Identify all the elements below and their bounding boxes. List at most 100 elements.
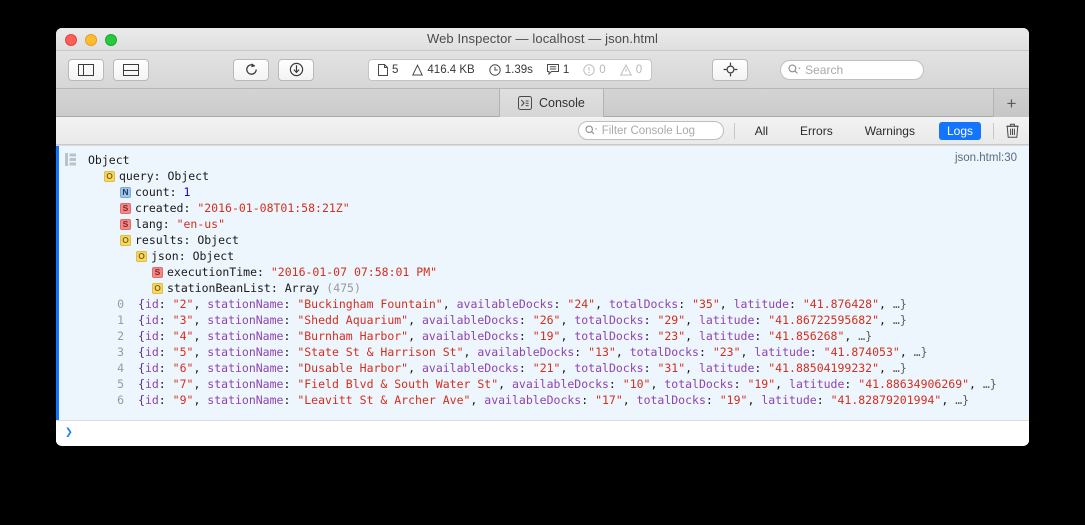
type-query: Object [167, 169, 210, 183]
value-availabledocks: "17" [595, 393, 623, 407]
value-totaldocks: "19" [747, 377, 776, 391]
value-totaldocks: "31" [657, 361, 686, 375]
value-latitude: "41.874053" [823, 345, 900, 359]
reload-button[interactable] [233, 58, 269, 81]
key-latitude: latitude [789, 377, 845, 391]
sidebar-left-button[interactable] [68, 58, 104, 81]
array-index: 3 [117, 345, 124, 359]
filter-placeholder: Filter Console Log [601, 124, 696, 137]
key-executiontime: executionTime [167, 265, 258, 279]
value-stationname: "Field Blvd & South Water St" [297, 377, 499, 391]
value-lang: "en-us" [176, 217, 226, 231]
split-console-button[interactable] [113, 58, 149, 81]
key-latitude: latitude [754, 345, 810, 359]
object-badge-icon: O [136, 251, 147, 262]
key-json: json [151, 249, 179, 263]
prompt-chevron-icon: ❯ [65, 424, 73, 440]
add-tab-button[interactable]: + [993, 89, 1029, 117]
key-stationname: stationName [207, 377, 284, 391]
array-item-row[interactable]: 4 {id: "6", stationName: "Dusable Harbor"… [88, 360, 1029, 376]
sep: : [162, 217, 177, 231]
stat-resources: 5 [378, 63, 398, 76]
scope-errors[interactable]: Errors [792, 122, 841, 140]
key-id: id [144, 345, 159, 359]
value-stationname: "Leavitt St & Archer Ave" [297, 393, 471, 407]
clear-console-button[interactable] [1006, 123, 1019, 138]
value-id: "3" [172, 313, 194, 327]
array-item-row[interactable]: 5 {id: "7", stationName: "Field Blvd & So… [88, 376, 1029, 392]
array-item-row[interactable]: 3 {id: "5", stationName: "State St & Harr… [88, 344, 1029, 360]
resource-stats-bar: 5 416.4 KB 1.39s 1 0 0 [368, 58, 653, 81]
key-availabledocks: availableDocks [421, 361, 519, 375]
filter-console-log-input[interactable]: Filter Console Log [577, 121, 724, 140]
tree-row-stationbeanlist[interactable]: OstationBeanList: Array (475) [88, 280, 1029, 296]
key-id: id [144, 361, 159, 375]
number-badge-icon: N [120, 187, 131, 198]
key-stationname: stationName [207, 393, 284, 407]
tree-row-lang[interactable]: Slang: "en-us" [88, 216, 1029, 232]
value-latitude: "41.876428" [802, 297, 880, 311]
string-badge-icon: S [152, 267, 163, 278]
tree-row-json[interactable]: Ojson: Object [88, 248, 1029, 264]
stat-time: 1.39s [489, 64, 533, 76]
string-badge-icon: S [120, 203, 131, 214]
tree-row-count[interactable]: Ncount: 1 [88, 184, 1029, 200]
key-results: results [135, 233, 184, 247]
clock-icon [489, 63, 501, 76]
key-created: created [135, 201, 184, 215]
row-ellipsis: …} [858, 329, 873, 343]
type-json: Object [192, 249, 235, 263]
key-lang: lang [135, 217, 163, 231]
value-stationname: "Buckingham Fountain" [297, 297, 443, 311]
scope-logs[interactable]: Logs [938, 121, 981, 140]
array-item-row[interactable]: 6 {id: "9", stationName: "Leavitt St & Ar… [88, 392, 1029, 408]
scope-all[interactable]: All [747, 122, 776, 140]
download-button[interactable] [278, 58, 314, 81]
row-ellipsis: …} [955, 393, 970, 407]
value-availabledocks: "13" [588, 345, 616, 359]
object-badge-icon: O [152, 283, 163, 294]
search-icon [788, 64, 801, 75]
sep: : [270, 281, 285, 295]
key-latitude: latitude [699, 361, 755, 375]
value-totaldocks: "35" [692, 297, 720, 311]
key-totaldocks: totalDocks [629, 345, 699, 359]
row-ellipsis: …} [892, 313, 907, 327]
tree-row-executiontime[interactable]: SexecutionTime: "2016-01-07 07:58:01 PM" [88, 264, 1029, 280]
search-placeholder: Search [805, 62, 844, 77]
value-id: "6" [172, 361, 194, 375]
key-stationname: stationName [207, 329, 284, 343]
array-item-row[interactable]: 2 {id: "4", stationName: "Burnham Harbor"… [88, 328, 1029, 344]
tree-row-results[interactable]: Oresults: Object [88, 232, 1029, 248]
key-query: query [119, 169, 154, 183]
value-latitude: "41.88504199232" [768, 361, 880, 375]
object-badge-icon: O [104, 171, 115, 182]
page-actions-group [233, 58, 314, 81]
value-latitude: "41.88634906269" [858, 377, 970, 391]
array-item-row[interactable]: 0 {id: "2", stationName: "Buckingham Foun… [88, 296, 1029, 312]
array-item-row[interactable]: 1 {id: "3", stationName: "Shedd Aquarium"… [88, 312, 1029, 328]
stat-warnings: 0 [619, 63, 642, 76]
tree-row-query[interactable]: Oquery: Object [88, 168, 1029, 184]
key-totaldocks: totalDocks [574, 329, 644, 343]
tree-row-root[interactable]: Object [88, 152, 1029, 168]
element-selector-button[interactable] [712, 58, 749, 81]
key-availabledocks: availableDocks [511, 377, 609, 391]
console-prompt[interactable]: ❯ [56, 421, 1029, 443]
value-availabledocks: "21" [532, 361, 561, 375]
console-message-area[interactable]: json.html:30 Object Oquery: Object Ncoun… [56, 145, 1029, 445]
value-id: "7" [172, 377, 194, 391]
console-log-entry[interactable]: json.html:30 Object Oquery: Object Ncoun… [56, 145, 1029, 421]
search-icon [585, 125, 598, 136]
tree-row-created[interactable]: Screated: "2016-01-08T01:58:21Z" [88, 200, 1029, 216]
key-totaldocks: totalDocks [608, 297, 679, 311]
sep: : [178, 249, 193, 263]
scope-warnings[interactable]: Warnings [857, 122, 923, 140]
search-field[interactable]: Search [780, 59, 925, 80]
array-index: 2 [117, 329, 124, 343]
key-availabledocks: availableDocks [456, 297, 554, 311]
tab-console[interactable]: Console [499, 89, 604, 117]
weight-icon [412, 63, 424, 76]
inspector-toolbar: 5 416.4 KB 1.39s 1 0 0 Search [56, 51, 1029, 89]
key-id: id [144, 313, 159, 327]
